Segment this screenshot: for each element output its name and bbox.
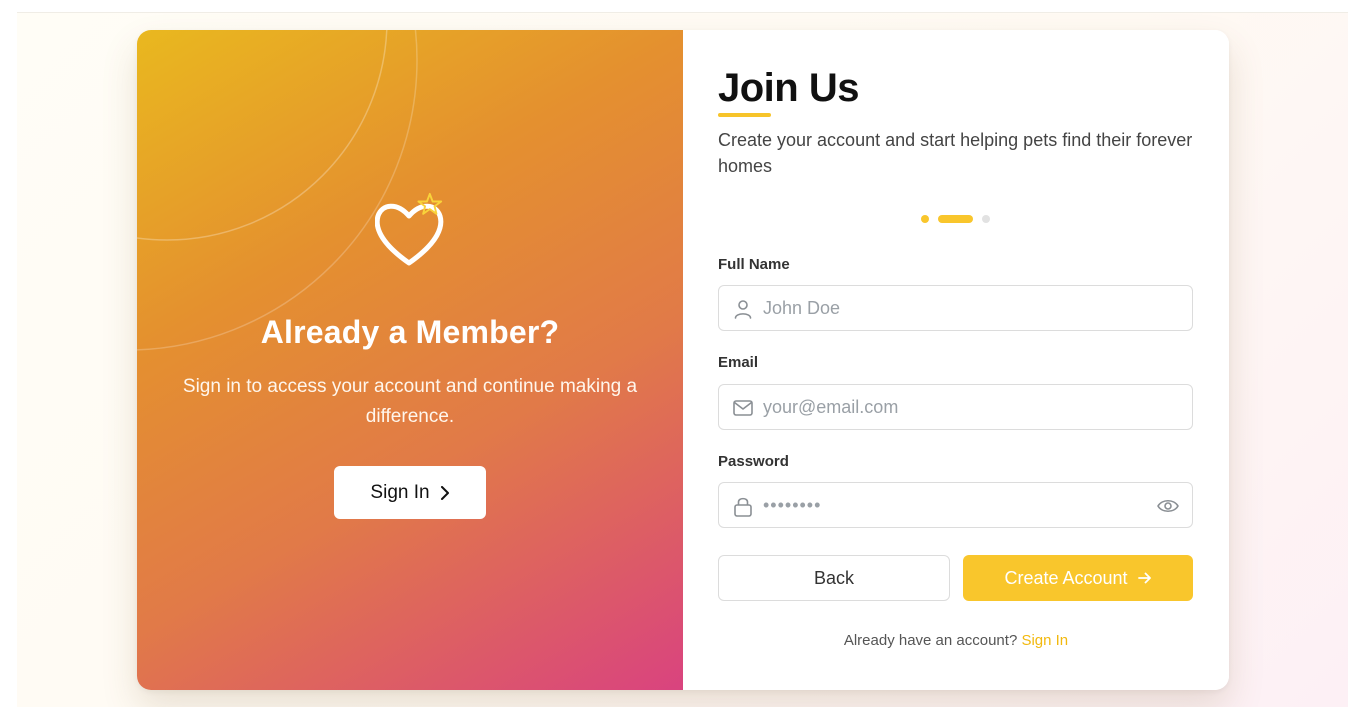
back-button[interactable]: Back [718, 555, 950, 601]
create-account-button[interactable]: Create Account [963, 555, 1193, 601]
password-label: Password [718, 453, 789, 470]
full-name-label: Full Name [718, 256, 790, 273]
page-subtitle: Create your account and start helping pe… [718, 130, 1193, 176]
password-field[interactable]: •••••••• [718, 482, 1193, 528]
welcome-back-panel: Already a Member? Sign in to access your… [137, 30, 683, 690]
page-title: Join Us [718, 66, 859, 110]
step-dot-1 [921, 215, 929, 223]
email-label: Email [718, 354, 759, 371]
sign-in-button[interactable]: Sign In [334, 466, 486, 519]
left-panel-description: Sign in to access your account and conti… [182, 376, 638, 427]
title-underline [718, 113, 771, 117]
full-name-field[interactable]: John Doe [718, 285, 1193, 331]
step-dot-3 [982, 215, 990, 223]
arrow-right-icon [1137, 572, 1151, 584]
signup-card: Already a Member? Sign in to access your… [137, 30, 1229, 690]
eye-icon[interactable] [1156, 495, 1180, 517]
user-icon [734, 300, 752, 319]
create-account-label: Create Account [1004, 567, 1128, 588]
lock-icon [734, 497, 752, 517]
email-placeholder: your@email.com [763, 397, 899, 417]
left-panel-title: Already a Member? [260, 314, 560, 350]
full-name-placeholder: John Doe [763, 298, 841, 318]
password-masked-value: •••••••• [763, 495, 822, 515]
footer-signin-prompt: Already have an account? Sign In [683, 632, 1229, 649]
signup-form-panel: Join Us Create your account and start he… [683, 30, 1229, 690]
chevron-right-icon [440, 485, 449, 500]
page-background: Already a Member? Sign in to access your… [17, 0, 1348, 707]
mail-icon [733, 400, 753, 416]
heart-star-icon [374, 190, 447, 270]
footer-sign-in-link[interactable]: Sign In [1021, 632, 1068, 649]
footer-text: Already have an account? [843, 632, 1018, 649]
decorative-rings [137, 30, 418, 351]
email-field[interactable]: your@email.com [718, 384, 1193, 430]
step-dot-2-active [938, 215, 973, 223]
top-bar [17, 0, 1348, 13]
sign-in-button-label: Sign In [370, 481, 430, 503]
